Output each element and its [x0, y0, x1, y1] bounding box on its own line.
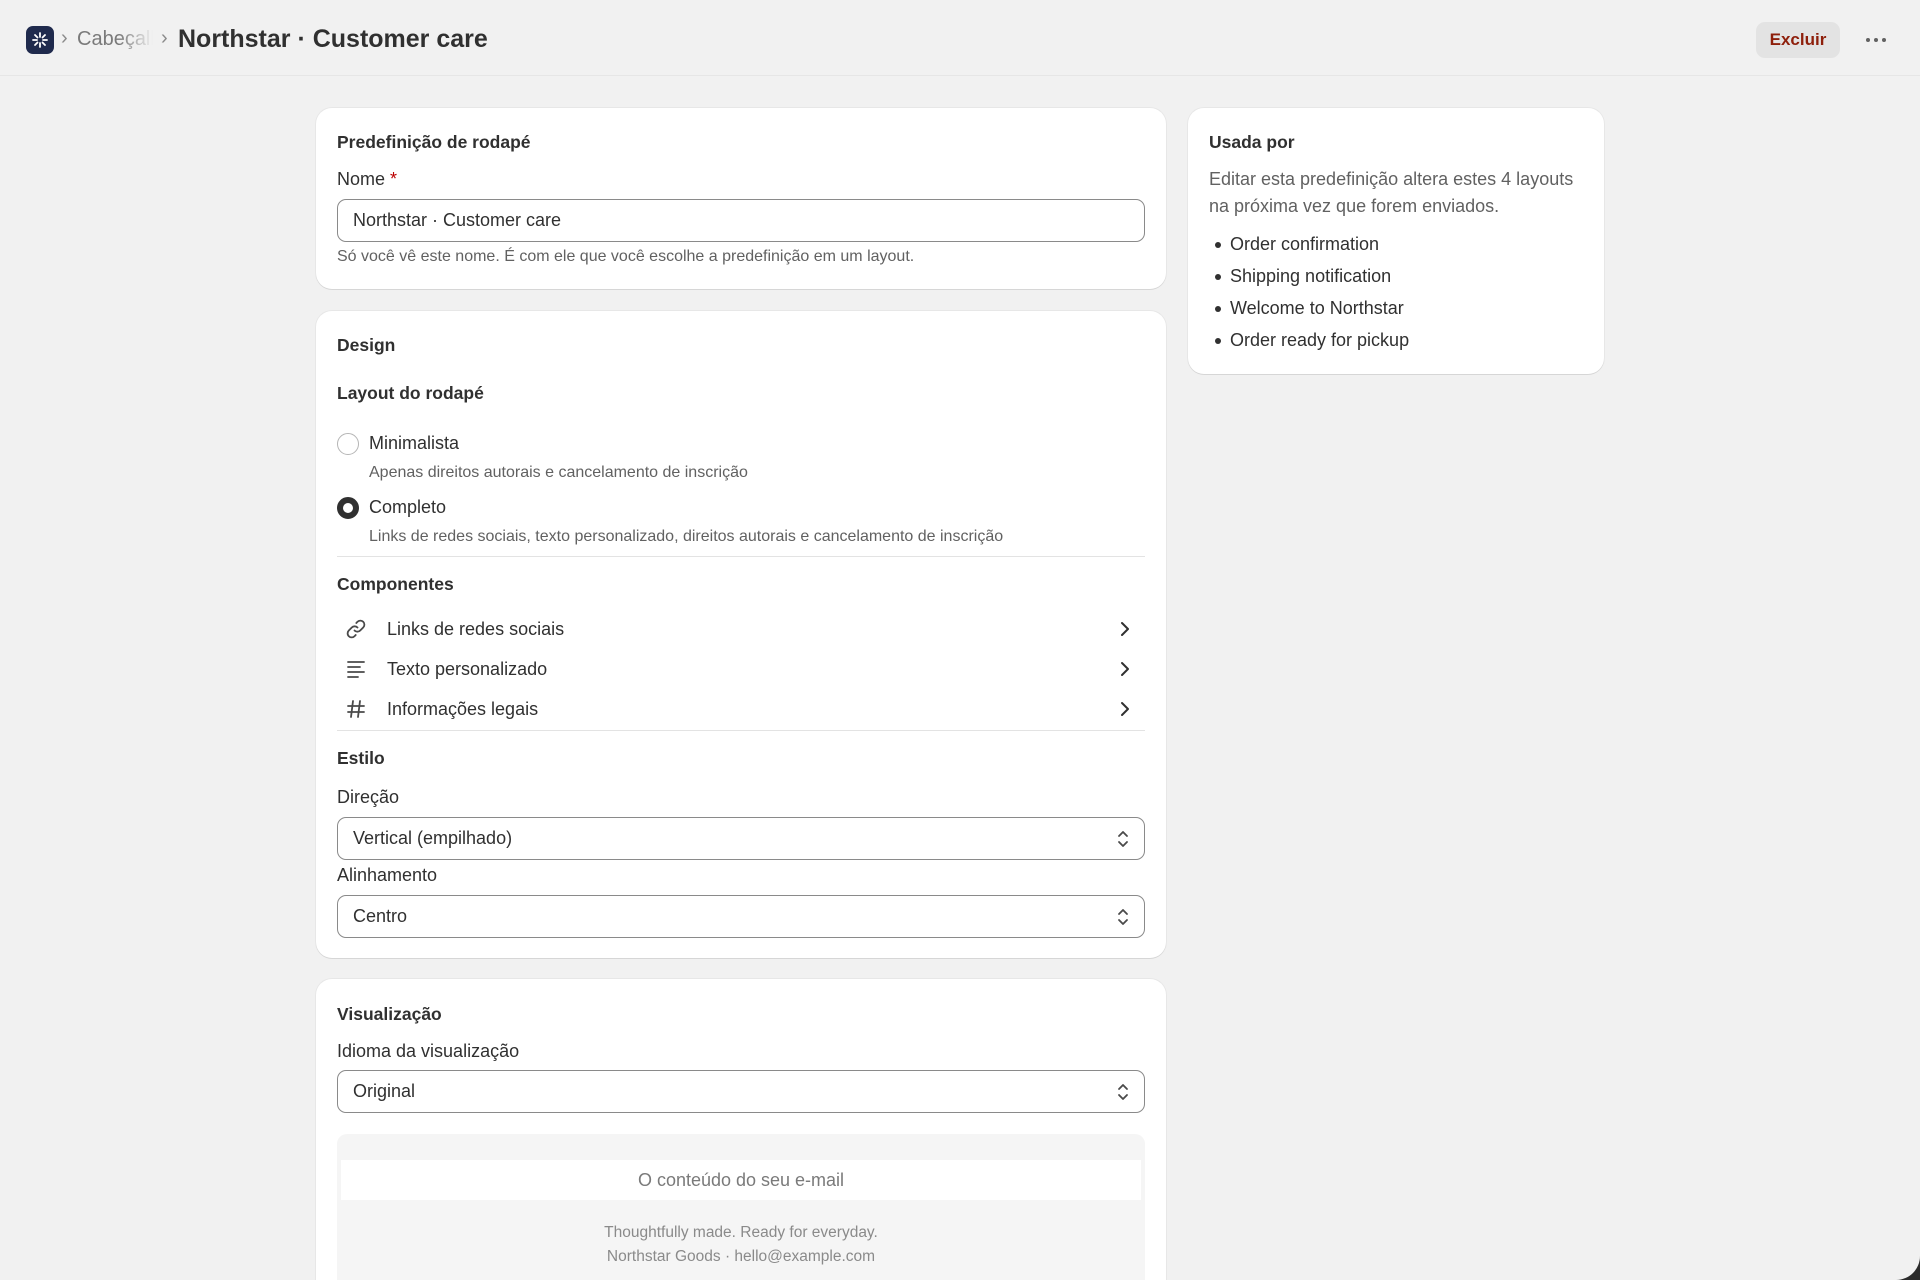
app-window: › Cabeçalho › Northstar · Customer care … [0, 0, 1920, 1280]
more-actions-icon[interactable] [1858, 22, 1894, 58]
top-bar: › Cabeçalho › Northstar · Customer care … [0, 0, 1920, 76]
list-item: Shipping notification [1209, 260, 1589, 292]
direction-select[interactable]: Vertical (empilhado) [337, 817, 1145, 860]
select-chevron-icon [1118, 909, 1128, 925]
breadcrumb-parent[interactable]: Cabeçalho [77, 28, 153, 52]
breadcrumb-separator-icon: › [61, 27, 68, 49]
style-title: Estilo [337, 748, 385, 768]
layout-option-description: Links de redes sociais, texto personaliz… [369, 528, 1004, 545]
list-item: Order ready for pickup [1209, 324, 1589, 356]
email-preview: O conteúdo do seu e-mail Thoughtfully ma… [337, 1134, 1145, 1280]
component-label: Informações legais [387, 699, 539, 719]
layout-option-description: Apenas direitos autorais e cancelamento … [369, 464, 748, 481]
name-label: Nome * [337, 169, 397, 190]
chevron-right-icon [1121, 662, 1129, 676]
preset-section-title: Predefinição de rodapé [337, 132, 531, 152]
preview-language-value: Original [353, 1081, 416, 1101]
preview-footer-line: Thoughtfully made. Ready for everyday. [604, 1224, 878, 1241]
preview-footer-line: Northstar Goods · hello@example.com [606, 1248, 876, 1265]
hash-icon [347, 700, 365, 718]
preview-language-select[interactable]: Original [337, 1070, 1145, 1113]
direction-label: Direção [337, 787, 400, 807]
component-row-custom-text[interactable]: Texto personalizado [337, 649, 1145, 689]
divider [337, 556, 1145, 557]
component-row-social-links[interactable]: Links de redes sociais [337, 609, 1145, 649]
layout-radio-complete[interactable] [337, 497, 359, 519]
component-label: Links de redes sociais [387, 619, 565, 639]
divider [337, 730, 1145, 731]
layout-radio-minimal[interactable] [337, 433, 359, 455]
page-title: Northstar · Customer care [178, 25, 488, 53]
footer-layout-title: Layout do rodapé [337, 383, 484, 403]
component-label: Texto personalizado [387, 659, 548, 679]
preview-language-label: Idioma da visualização [337, 1041, 520, 1061]
select-chevron-icon [1118, 831, 1128, 847]
alignment-select[interactable]: Centro [337, 895, 1145, 938]
list-item: Order confirmation [1209, 228, 1589, 260]
app-logo-icon[interactable] [26, 26, 54, 54]
delete-button[interactable]: Excluir [1756, 22, 1840, 58]
chevron-right-icon [1121, 702, 1129, 716]
used-by-card: Usada por Editar esta predefinição alter… [1188, 108, 1604, 374]
required-mark: * [390, 169, 398, 189]
name-input[interactable] [337, 199, 1145, 242]
link-icon [346, 619, 366, 639]
components-title: Componentes [337, 574, 454, 594]
used-by-title: Usada por [1209, 132, 1295, 152]
preset-card: Predefinição de rodapé Nome * Só você vê… [316, 108, 1166, 289]
select-chevron-icon [1118, 1084, 1128, 1100]
alignment-select-value: Centro [353, 906, 408, 926]
layout-option-label[interactable]: Completo [369, 497, 446, 518]
list-item: Welcome to Northstar [1209, 292, 1589, 324]
alignment-label: Alinhamento [337, 865, 438, 885]
chevron-right-icon [1121, 622, 1129, 636]
name-label-text: Nome [337, 169, 386, 189]
used-by-list: Order confirmation Shipping notification… [1209, 228, 1589, 356]
design-card: Design Layout do rodapé Minimalista Apen… [316, 311, 1166, 958]
design-section-title: Design [337, 335, 396, 355]
preview-section-title: Visualização [337, 1004, 442, 1024]
name-help-text: Só você vê este nome. É com ele que você… [337, 248, 915, 265]
text-align-icon [347, 661, 365, 678]
component-row-legal-info[interactable]: Informações legais [337, 689, 1145, 729]
used-by-description: Editar esta predefinição altera estes 4 … [1209, 169, 1574, 216]
email-content-placeholder: O conteúdo do seu e-mail [341, 1160, 1141, 1200]
preview-card: Visualização Idioma da visualização Orig… [316, 979, 1166, 1280]
layout-option-label[interactable]: Minimalista [369, 433, 459, 454]
direction-select-value: Vertical (empilhado) [353, 828, 513, 848]
breadcrumb-separator-icon: › [161, 27, 168, 49]
